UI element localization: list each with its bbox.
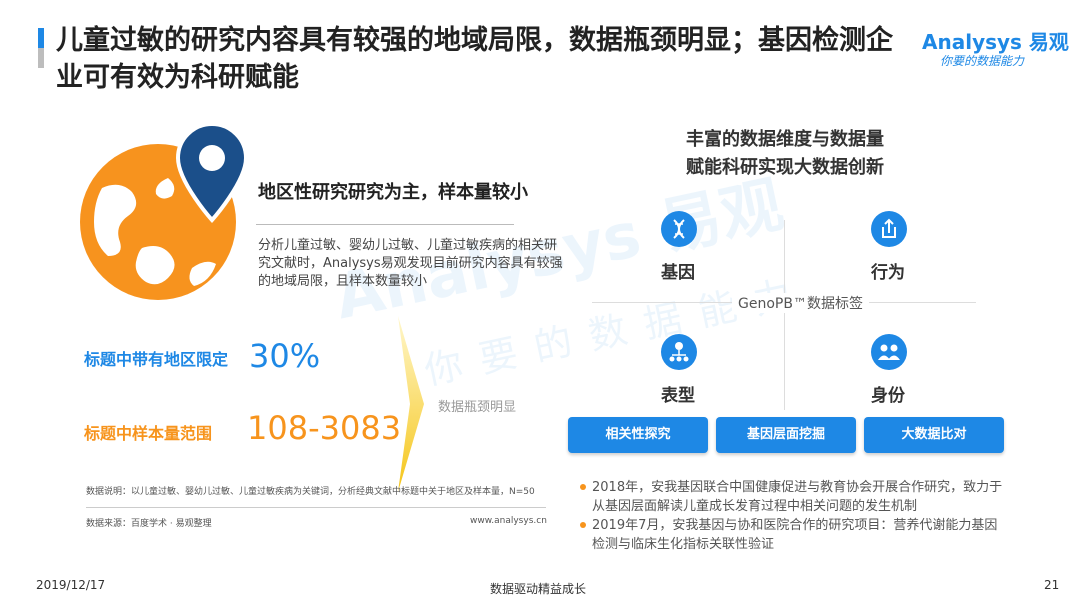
region-description: 分析儿童过敏、婴幼儿过敏、儿童过敏疾病的相关研究文献时，Analysys易观发现… xyxy=(258,238,563,289)
divider xyxy=(256,224,514,225)
stat-label-sample: 标题中样本量范围 xyxy=(84,424,213,443)
bottleneck-label: 数据瓶颈明显 xyxy=(438,400,517,415)
right-title: 丰富的数据维度与数据量 赋能科研实现大数据创新 xyxy=(620,126,950,182)
behavior-icon xyxy=(871,211,907,247)
bottleneck-arrow-icon xyxy=(398,316,424,492)
page-number: 21 xyxy=(1044,578,1060,592)
logo-slogan: 你要的数据能力 xyxy=(940,54,1025,68)
dimension-label-identity: 身份 xyxy=(871,386,905,406)
dimension-label-behavior: 行为 xyxy=(871,263,905,283)
data-source: 数据来源：百度学术 · 易观整理 xyxy=(86,519,212,529)
page-title: 儿童过敏的研究内容具有较强的地域局限，数据瓶颈明显；基因检测企业可有效为科研赋能 xyxy=(56,25,893,93)
right-title-line2: 赋能科研实现大数据创新 xyxy=(686,157,884,178)
stat-value-sample: 108-3083 xyxy=(247,409,402,447)
title-accent-bar xyxy=(38,28,44,68)
globe-pin-icon xyxy=(80,121,249,300)
website-link[interactable]: www.analysys.cn xyxy=(470,516,547,526)
identity-icon xyxy=(871,334,907,370)
stat-label-region: 标题中带有地区限定 xyxy=(84,350,229,369)
stat-value-region: 30% xyxy=(249,337,321,375)
data-note: 数据说明：以儿童过敏、婴幼儿过敏、儿童过敏疾病为关键词，分析经典文献中标题中关于… xyxy=(86,487,535,497)
divider xyxy=(86,507,546,508)
brand-logo: Analysys 易观 你要的数据能力 xyxy=(922,26,1069,74)
footer-date: 2019/12/17 xyxy=(36,578,106,592)
gene-mining-button[interactable]: 基因层面挖掘 xyxy=(716,417,856,453)
correlation-study-button[interactable]: 相关性探究 xyxy=(568,417,708,453)
dimension-label-phenotype: 表型 xyxy=(661,386,695,406)
logo-brand: Analysys 易观 xyxy=(922,30,1069,54)
bullet-item-2018: 2018年，安我基因联合中国健康促进与教育协会开展合作研究，致力于从基因层面解读… xyxy=(580,478,1010,516)
right-title-line1: 丰富的数据维度与数据量 xyxy=(686,129,884,150)
big-data-compare-button[interactable]: 大数据比对 xyxy=(864,417,1004,453)
dimension-label-gene: 基因 xyxy=(661,263,695,283)
divider xyxy=(784,220,785,410)
dna-icon xyxy=(661,211,697,247)
genopb-label: GenoPB™数据标签 xyxy=(732,293,869,313)
bullet-item-2019: 2019年7月，安我基因与协和医院合作的研究项目：营养代谢能力基因检测与临床生化… xyxy=(580,516,1010,554)
phenotype-icon xyxy=(661,334,697,370)
footer-slogan: 数据驱动精益成长 xyxy=(490,582,587,596)
region-title: 地区性研究研究为主，样本量较小 xyxy=(258,182,528,203)
